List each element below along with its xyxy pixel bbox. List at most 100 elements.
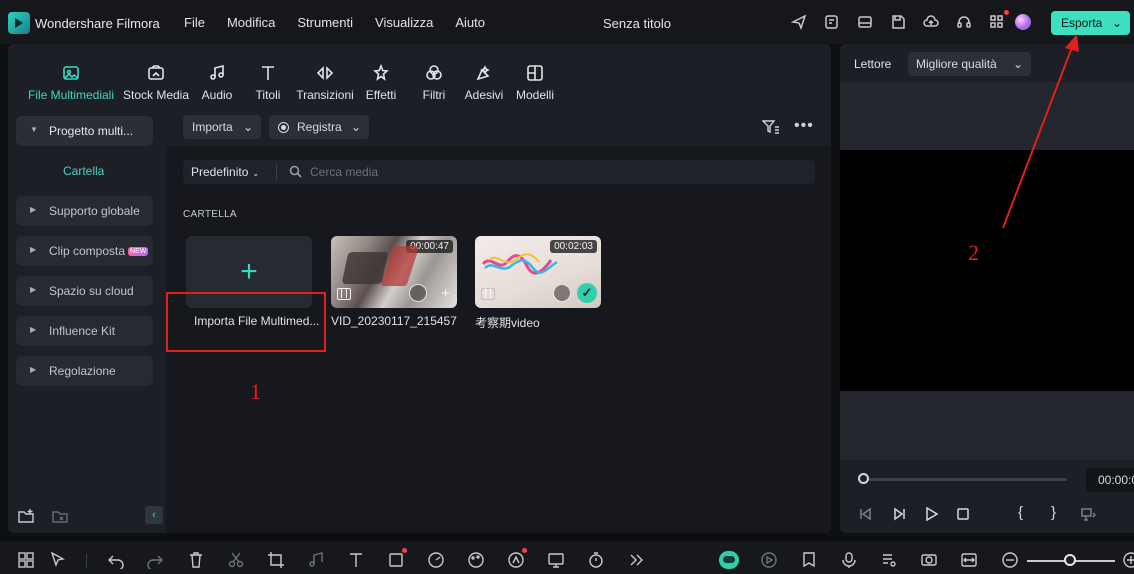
search-input[interactable] [310,163,790,181]
tab-label: File Multimediali [27,88,115,102]
layout-grid-icon[interactable] [17,551,35,569]
ai-assistant-icon[interactable] [719,551,739,569]
redo-icon[interactable] [146,551,164,571]
tab-label: Transizioni [296,88,354,102]
previous-frame-icon[interactable] [858,506,874,522]
layout-icon[interactable] [856,13,874,31]
next-frame-icon[interactable] [891,506,907,522]
media-item[interactable]: 00:02:03 ✓ 考察期video [475,236,601,331]
fit-timeline-icon[interactable] [960,551,978,569]
audio-mixer-icon[interactable] [880,551,898,569]
scrubber-handle[interactable] [858,473,869,484]
new-folder-icon[interactable] [18,508,34,524]
sort-dropdown[interactable]: Predefinito ⌄ [191,165,259,179]
color-palette-icon[interactable] [467,551,485,569]
search-bar: Predefinito ⌄ [183,160,815,184]
screen-record-icon[interactable] [547,551,565,569]
cloud-upload-icon[interactable] [922,13,940,31]
tab-filtri[interactable]: Filtri [416,62,452,102]
tab-modelli[interactable]: Modelli [513,62,557,102]
stop-icon[interactable] [955,506,971,522]
sort-label: Predefinito [191,165,249,179]
ai-tool-icon[interactable] [507,548,527,569]
sidebar-item-supporto-globale[interactable]: ▶ Supporto globale [16,196,153,226]
zoom-out-icon[interactable] [1001,551,1019,569]
collapse-sidebar-button[interactable]: ‹ [145,506,163,524]
preview-icon[interactable] [553,284,571,302]
video-thumbnail[interactable]: 00:02:03 ✓ [475,236,601,308]
text-tool-icon[interactable] [347,551,365,569]
menu-modifica[interactable]: Modifica [227,15,275,30]
media-name: Importa File Multimed... [194,314,320,328]
search-icon [289,165,302,178]
speed-icon[interactable] [427,551,445,569]
media-toolbar: Importa ⌄ Registra ⌄ ••• [166,106,831,146]
snapshot-icon[interactable] [1080,506,1097,522]
caret-down-icon: ▼ [30,125,38,134]
audio-detach-icon[interactable] [307,551,325,569]
video-thumbnail[interactable]: 00:00:47 + [331,236,457,308]
play-icon[interactable] [923,506,939,522]
media-item[interactable]: 00:00:47 + VID_20230117_215457 [331,236,457,328]
send-feedback-icon[interactable] [790,13,808,31]
crop-icon[interactable] [267,551,285,569]
menu-strumenti[interactable]: Strumenti [297,15,353,30]
import-thumbnail[interactable]: + [186,236,312,308]
tab-file-multimediali[interactable]: File Multimediali [27,62,115,102]
tab-effetti[interactable]: Effetti [361,62,401,102]
menu-visualizza[interactable]: Visualizza [375,15,433,30]
timer-icon[interactable] [587,551,605,569]
zoom-in-icon[interactable] [1122,551,1134,569]
delete-icon[interactable] [187,551,205,569]
save-icon[interactable] [889,13,907,31]
sidebar-item-regolazione[interactable]: ▶ Regolazione [16,356,153,386]
caret-right-icon: ▶ [30,205,37,214]
import-dropdown[interactable]: Importa ⌄ [183,115,261,139]
menu-aiuto[interactable]: Aiuto [455,15,485,30]
preview-icon[interactable] [409,284,427,302]
media-name: 考察期video [475,316,540,330]
task-list-icon[interactable] [823,13,841,31]
shape-tool-icon[interactable] [387,548,407,569]
film-icon [337,288,351,300]
menu-file[interactable]: File [184,15,205,30]
more-options-icon[interactable]: ••• [794,117,814,135]
tab-transizioni[interactable]: Transizioni [296,62,354,102]
record-dropdown[interactable]: Registra ⌄ [269,115,369,139]
zoom-slider-handle[interactable] [1064,554,1076,566]
tab-stock-media[interactable]: Stock Media [121,62,191,102]
playback-scrubber[interactable] [862,478,1067,481]
marker-icon[interactable] [800,551,818,569]
render-preview-icon[interactable] [760,551,778,569]
snapshot-icon[interactable] [920,551,938,569]
mark-in-icon[interactable]: { [1018,504,1023,521]
tab-label: Adesivi [464,88,504,102]
filter-sort-icon[interactable] [761,119,780,135]
tab-titoli[interactable]: Titoli [248,62,288,102]
headset-support-icon[interactable] [955,13,973,31]
add-to-timeline-icon[interactable]: + [441,286,450,301]
select-tool-icon[interactable] [49,551,67,569]
sidebar-item-cartella[interactable]: Cartella [63,164,104,178]
microphone-icon[interactable] [840,551,858,569]
tab-adesivi[interactable]: Adesivi [463,62,505,102]
import-media-card[interactable]: + Importa File Multimed... [186,236,320,328]
undo-icon[interactable] [107,551,125,571]
apps-grid-icon[interactable] [988,10,1009,31]
video-canvas[interactable] [840,150,1134,391]
tab-audio[interactable]: Audio [197,62,237,102]
player-label: Lettore [854,57,892,71]
more-tools-icon[interactable] [627,551,645,569]
app-name: Wondershare Filmora [35,16,160,31]
chevron-down-icon[interactable]: ⌄ [1112,16,1122,30]
avatar[interactable] [1015,14,1031,30]
sidebar-item-spazio-cloud[interactable]: ▶ Spazio su cloud [16,276,153,306]
sidebar-item-influence-kit[interactable]: ▶ Influence Kit [16,316,153,346]
delete-folder-icon[interactable] [52,508,68,524]
cut-icon[interactable] [227,551,245,569]
sidebar-item-project[interactable]: ▼ Progetto multi... [16,116,153,146]
title-toolbar [790,10,1021,31]
mark-out-icon[interactable]: } [1051,504,1056,521]
sidebar-item-clip-composta[interactable]: ▶ Clip composta NEW [16,236,153,266]
duration-badge: 00:00:47 [406,240,453,253]
